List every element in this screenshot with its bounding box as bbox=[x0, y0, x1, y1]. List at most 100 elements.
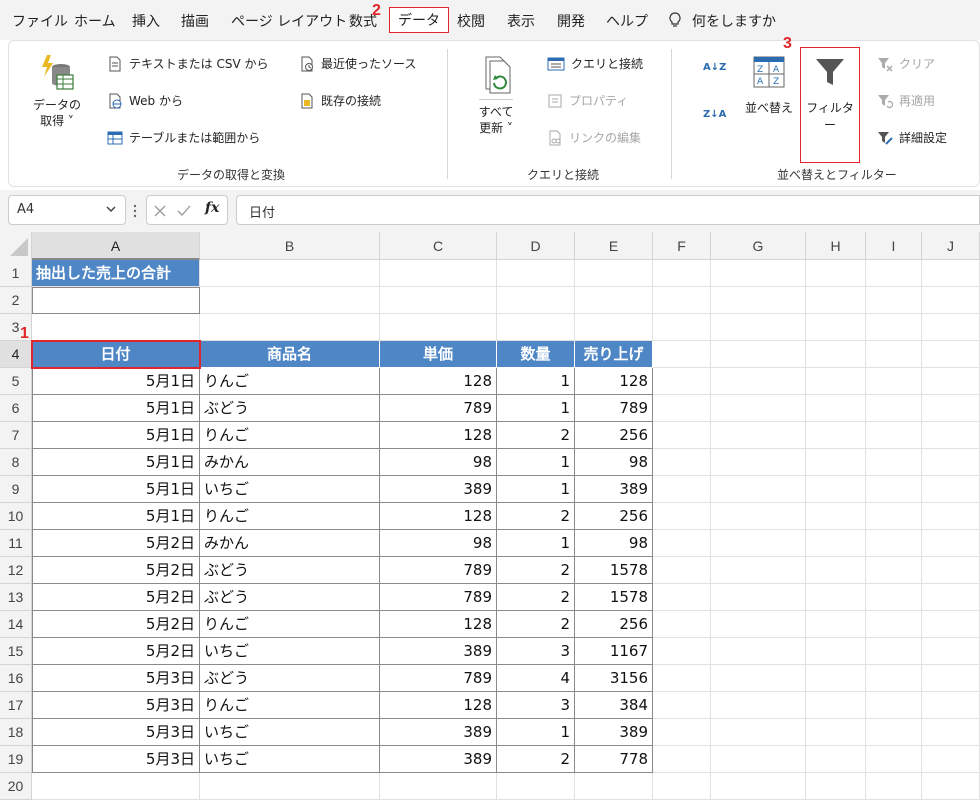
enter-check-icon[interactable] bbox=[177, 204, 191, 218]
from-text-csv-button[interactable]: テキストまたは CSV から bbox=[107, 55, 268, 72]
cell[interactable] bbox=[866, 260, 922, 287]
cell[interactable] bbox=[806, 584, 866, 611]
cell[interactable] bbox=[380, 287, 497, 314]
table-cell[interactable]: 4 bbox=[497, 665, 575, 692]
cell[interactable] bbox=[711, 557, 806, 584]
cell[interactable] bbox=[711, 746, 806, 773]
table-cell[interactable]: 389 bbox=[575, 719, 653, 746]
cancel-icon[interactable] bbox=[153, 204, 167, 218]
table-cell[interactable]: 778 bbox=[575, 746, 653, 773]
cell[interactable] bbox=[653, 260, 711, 287]
cell[interactable] bbox=[922, 692, 980, 719]
row-header-8[interactable]: 8 bbox=[0, 449, 32, 476]
table-cell[interactable]: 5月2日 bbox=[32, 557, 200, 584]
cell[interactable] bbox=[653, 746, 711, 773]
row-header-16[interactable]: 16 bbox=[0, 665, 32, 692]
cell[interactable] bbox=[380, 314, 497, 341]
cell[interactable] bbox=[653, 557, 711, 584]
cell[interactable] bbox=[866, 638, 922, 665]
row-header-15[interactable]: 15 bbox=[0, 638, 32, 665]
table-cell[interactable]: いちご bbox=[200, 476, 380, 503]
cell[interactable] bbox=[711, 584, 806, 611]
cell[interactable] bbox=[922, 341, 980, 368]
column-header-i[interactable]: I bbox=[866, 232, 922, 260]
row-header-7[interactable]: 7 bbox=[0, 422, 32, 449]
advanced-filter-button[interactable]: 詳細設定 bbox=[877, 129, 947, 146]
table-cell[interactable]: 128 bbox=[380, 611, 497, 638]
column-header-b[interactable]: B bbox=[200, 232, 380, 260]
row-header-4[interactable]: 4 bbox=[0, 341, 32, 368]
table-cell[interactable]: 128 bbox=[380, 422, 497, 449]
table-cell[interactable]: ぶどう bbox=[200, 557, 380, 584]
cell[interactable] bbox=[653, 476, 711, 503]
cell[interactable] bbox=[806, 395, 866, 422]
cell[interactable] bbox=[806, 476, 866, 503]
cell[interactable] bbox=[866, 449, 922, 476]
column-header-j[interactable]: J bbox=[922, 232, 980, 260]
tab-review[interactable]: 校閲 bbox=[457, 11, 485, 31]
column-header-g[interactable]: G bbox=[711, 232, 806, 260]
table-cell[interactable]: 5月3日 bbox=[32, 692, 200, 719]
cell[interactable] bbox=[922, 260, 980, 287]
cell[interactable] bbox=[922, 449, 980, 476]
table-cell[interactable]: 128 bbox=[380, 368, 497, 395]
cell[interactable] bbox=[922, 476, 980, 503]
recent-sources-button[interactable]: 最近使ったソース bbox=[299, 55, 416, 72]
cell[interactable] bbox=[922, 638, 980, 665]
tab-developer[interactable]: 開発 bbox=[557, 11, 585, 31]
table-cell[interactable]: みかん bbox=[200, 449, 380, 476]
cell[interactable] bbox=[806, 287, 866, 314]
queries-connections-button[interactable]: クエリと接続 bbox=[547, 55, 643, 72]
row-header-20[interactable]: 20 bbox=[0, 773, 32, 800]
table-cell[interactable]: 5月1日 bbox=[32, 476, 200, 503]
table-cell[interactable]: りんご bbox=[200, 611, 380, 638]
cell[interactable] bbox=[866, 287, 922, 314]
cell[interactable] bbox=[806, 341, 866, 368]
cell[interactable] bbox=[866, 530, 922, 557]
cell[interactable] bbox=[711, 638, 806, 665]
table-cell[interactable]: 3156 bbox=[575, 665, 653, 692]
cell[interactable] bbox=[575, 260, 653, 287]
table-cell[interactable]: 1578 bbox=[575, 557, 653, 584]
properties-button[interactable]: プロパティ bbox=[547, 92, 628, 109]
cell[interactable] bbox=[922, 773, 980, 800]
row-header-18[interactable]: 18 bbox=[0, 719, 32, 746]
cell[interactable] bbox=[806, 557, 866, 584]
table-cell[interactable]: 389 bbox=[380, 638, 497, 665]
tell-me-search[interactable]: 何をしますか bbox=[668, 11, 776, 31]
column-header-f[interactable]: F bbox=[653, 232, 711, 260]
cell[interactable] bbox=[922, 368, 980, 395]
table-cell[interactable]: 389 bbox=[380, 719, 497, 746]
cell[interactable] bbox=[653, 584, 711, 611]
table-cell[interactable]: 1167 bbox=[575, 638, 653, 665]
cell[interactable] bbox=[653, 449, 711, 476]
table-cell[interactable]: 2 bbox=[497, 746, 575, 773]
from-table-range-button[interactable]: テーブルまたは範囲から bbox=[107, 129, 260, 146]
cell[interactable] bbox=[806, 638, 866, 665]
table-cell[interactable]: 789 bbox=[575, 395, 653, 422]
table-header-cell[interactable]: 単価 bbox=[380, 341, 497, 368]
table-cell[interactable]: 1 bbox=[497, 476, 575, 503]
cell[interactable] bbox=[806, 422, 866, 449]
cell[interactable] bbox=[806, 773, 866, 800]
cell[interactable] bbox=[866, 557, 922, 584]
cell[interactable] bbox=[806, 665, 866, 692]
table-cell[interactable]: 789 bbox=[380, 557, 497, 584]
tab-page-layout[interactable]: ページ レイアウト bbox=[231, 11, 347, 31]
cell[interactable] bbox=[653, 314, 711, 341]
cell[interactable] bbox=[575, 314, 653, 341]
row-header-14[interactable]: 14 bbox=[0, 611, 32, 638]
table-cell[interactable]: 5月1日 bbox=[32, 503, 200, 530]
cell[interactable] bbox=[922, 584, 980, 611]
table-cell[interactable]: いちご bbox=[200, 746, 380, 773]
cell[interactable] bbox=[922, 314, 980, 341]
tab-file[interactable]: ファイル bbox=[12, 11, 68, 31]
table-cell[interactable]: 384 bbox=[575, 692, 653, 719]
table-cell[interactable]: 3 bbox=[497, 638, 575, 665]
cell[interactable] bbox=[806, 719, 866, 746]
cell[interactable] bbox=[711, 503, 806, 530]
formula-input[interactable]: 日付 bbox=[236, 195, 980, 225]
table-header-cell[interactable]: 商品名 bbox=[200, 341, 380, 368]
cell[interactable] bbox=[866, 341, 922, 368]
cell[interactable] bbox=[653, 665, 711, 692]
